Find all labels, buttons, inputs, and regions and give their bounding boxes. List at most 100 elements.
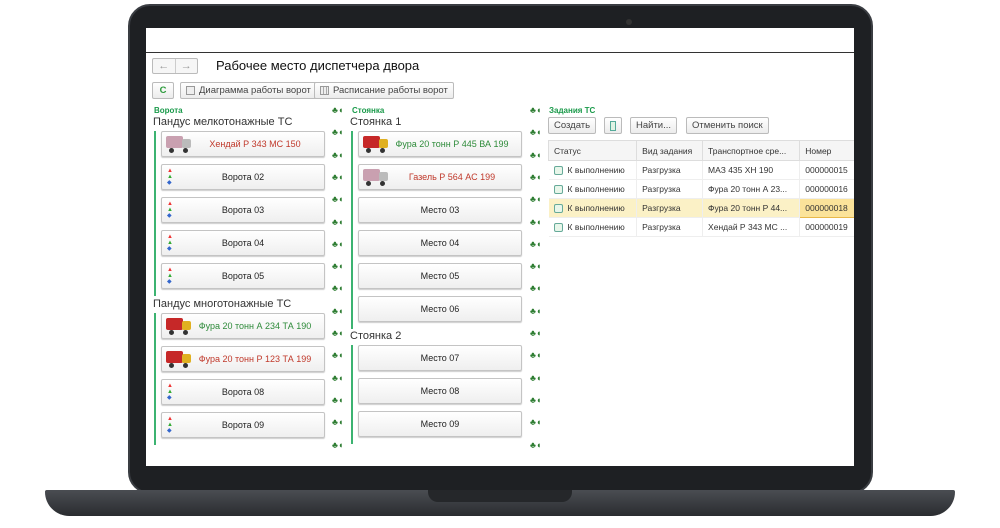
- parking-slot-label: Газель Р 564 АС 199: [408, 172, 496, 182]
- parking-slot-label: Фура 20 тонн Р 445 ВА 199: [395, 139, 509, 149]
- gate-status-icon: ▲ ▲ ◆: [167, 234, 173, 252]
- gate-chart-label: Диаграмма работы ворот: [199, 85, 311, 96]
- parking-slot-label: Место 04: [420, 238, 460, 248]
- tree-icon: ♣◖: [530, 127, 542, 138]
- nav-buttons: ← →: [152, 58, 198, 74]
- page-title: Рабочее место диспетчера двора: [216, 58, 420, 73]
- column-header[interactable]: Вид задания: [636, 140, 704, 161]
- cell-type: Разгрузка: [636, 160, 704, 180]
- cell-status: К выполнению: [548, 179, 638, 199]
- doc-add-button[interactable]: [604, 117, 622, 134]
- column-header[interactable]: Статус: [547, 140, 638, 161]
- gate-slot[interactable]: ▲ ▲ ◆ Ворота 02: [161, 164, 325, 190]
- refresh-button[interactable]: C: [152, 82, 174, 99]
- gates-heading: Ворота: [154, 106, 183, 115]
- gate-slot[interactable]: Фура 20 тонн Р 123 ТА 199: [161, 346, 325, 372]
- gate-slot[interactable]: ▲ ▲ ◆ Ворота 03: [161, 197, 325, 223]
- forward-button[interactable]: →: [174, 59, 198, 73]
- truck-icon: [363, 135, 389, 153]
- cell-number: 000000015: [799, 160, 854, 180]
- tree-icon: ♣◖: [332, 105, 344, 115]
- tasks-table: Статус Вид задания Транспортное сре... Номе…: [547, 140, 854, 237]
- van-icon: [166, 135, 192, 153]
- status-icon: [553, 166, 563, 176]
- cell-text: К выполнению: [567, 183, 625, 194]
- gate-status-icon: ▲ ▲ ◆: [167, 267, 173, 285]
- parking-slot[interactable]: Место 03: [358, 197, 522, 223]
- gate-schedule-button[interactable]: Расписание работы ворот: [314, 82, 454, 99]
- back-button[interactable]: ←: [153, 59, 175, 73]
- cell-type: Разгрузка: [636, 179, 704, 199]
- parking-slot[interactable]: Место 06: [358, 296, 522, 322]
- cell-text: К выполнению: [567, 164, 625, 175]
- parking-slot[interactable]: Место 04: [358, 230, 522, 256]
- column-header[interactable]: Транспортное сре...: [702, 140, 801, 161]
- tree-icon: ♣◖: [530, 417, 542, 428]
- gate-status-icon: ▲ ▲ ◆: [167, 168, 173, 186]
- table-row[interactable]: К выполнению Разгрузка Хендай Р 343 МС ...…: [548, 217, 854, 237]
- parking-slot-label: Место 06: [420, 304, 460, 314]
- parking-slot[interactable]: Место 08: [358, 378, 522, 404]
- gate-slot-label: Ворота 09: [221, 420, 265, 430]
- gate-slot-label: Ворота 03: [221, 205, 265, 215]
- tree-icon: ♣◖: [332, 194, 344, 205]
- gate-chart-button[interactable]: Диаграмма работы ворот: [180, 82, 317, 99]
- cell-status: К выполнению: [548, 217, 638, 237]
- parking-slot[interactable]: Место 09: [358, 411, 522, 437]
- table-row[interactable]: К выполнению Разгрузка Фура 20 тонн А 23..…: [548, 179, 854, 199]
- parking-heading: Стоянка: [352, 106, 385, 115]
- gate-slot[interactable]: ▲ ▲ ◆ Ворота 08: [161, 379, 325, 405]
- parking-slot[interactable]: Место 05: [358, 263, 522, 289]
- gate-slot-label: Ворота 05: [221, 271, 265, 281]
- gate-slot[interactable]: Хендай Р 343 МС 150: [161, 131, 325, 157]
- tree-icon: ♣◖: [332, 439, 344, 450]
- group-title: Пандус мелкотонажные ТС: [153, 116, 293, 128]
- parking-slot[interactable]: Газель Р 564 АС 199: [358, 164, 522, 190]
- status-icon: [553, 204, 563, 214]
- group-title: Пандус многотонажные ТС: [153, 298, 292, 310]
- group-bar: [351, 131, 353, 329]
- tree-icon: ♣◖: [332, 261, 344, 272]
- tree-icon: ♣◖: [530, 238, 542, 249]
- tree-icon: ♣◖: [332, 283, 344, 294]
- cell-text: 000000016: [805, 184, 848, 194]
- truck-icon: [166, 350, 192, 368]
- van-icon: [363, 168, 389, 186]
- tree-icon: ♣◖: [530, 105, 542, 115]
- parking-slot[interactable]: Фура 20 тонн Р 445 ВА 199: [358, 131, 522, 157]
- cancel-search-button[interactable]: Отменить поиск: [686, 117, 769, 134]
- status-icon: [553, 185, 563, 195]
- gate-slot[interactable]: Фура 20 тонн А 234 ТА 190: [161, 313, 325, 339]
- table-row[interactable]: К выполнению Разгрузка Фура 20 тонн Р 44..…: [548, 198, 854, 218]
- gate-schedule-label: Расписание работы ворот: [333, 85, 448, 96]
- create-button[interactable]: Создать: [548, 117, 597, 134]
- find-button[interactable]: Найти...: [630, 117, 678, 134]
- tree-icon: ♣◖: [530, 328, 542, 338]
- cell-status: К выполнению: [548, 198, 638, 218]
- tree-icon: ♣◖: [332, 171, 344, 182]
- gate-slot[interactable]: ▲ ▲ ◆ Ворота 05: [161, 263, 325, 289]
- status-icon: [553, 223, 563, 233]
- gate-slot-label: Ворота 04: [221, 238, 265, 248]
- tree-icon: ♣◖: [332, 328, 344, 338]
- tree-icon: ♣◖: [332, 127, 344, 138]
- cell-text: МАЗ 435 ХН 190: [708, 165, 774, 175]
- parking-slot-label: Место 05: [420, 271, 460, 281]
- tree-icon: ♣◖: [332, 394, 344, 405]
- cell-type: Разгрузка: [636, 217, 704, 237]
- column-header[interactable]: Номер: [799, 140, 854, 161]
- cell-status: К выполнению: [548, 160, 638, 180]
- parking-slot[interactable]: Место 07: [358, 345, 522, 371]
- tree-icon: ♣◖: [530, 261, 542, 272]
- gate-slot[interactable]: ▲ ▲ ◆ Ворота 04: [161, 230, 325, 256]
- gate-slot[interactable]: ▲ ▲ ◆ Ворота 09: [161, 412, 325, 438]
- cell-text: Разгрузка: [642, 184, 681, 194]
- cell-text: Хендай Р 343 МС ...: [708, 222, 788, 232]
- tree-icon: ♣◖: [530, 305, 542, 316]
- gate-slot-label: Хендай Р 343 МС 150: [209, 139, 301, 149]
- chart-icon: [186, 86, 195, 95]
- tree-icon: ♣◖: [332, 350, 344, 361]
- cell-number: 000000016: [799, 179, 854, 199]
- table-row[interactable]: К выполнению Разгрузка МАЗ 435 ХН 190 00000…: [548, 160, 854, 180]
- tree-icon: ♣◖: [332, 238, 344, 249]
